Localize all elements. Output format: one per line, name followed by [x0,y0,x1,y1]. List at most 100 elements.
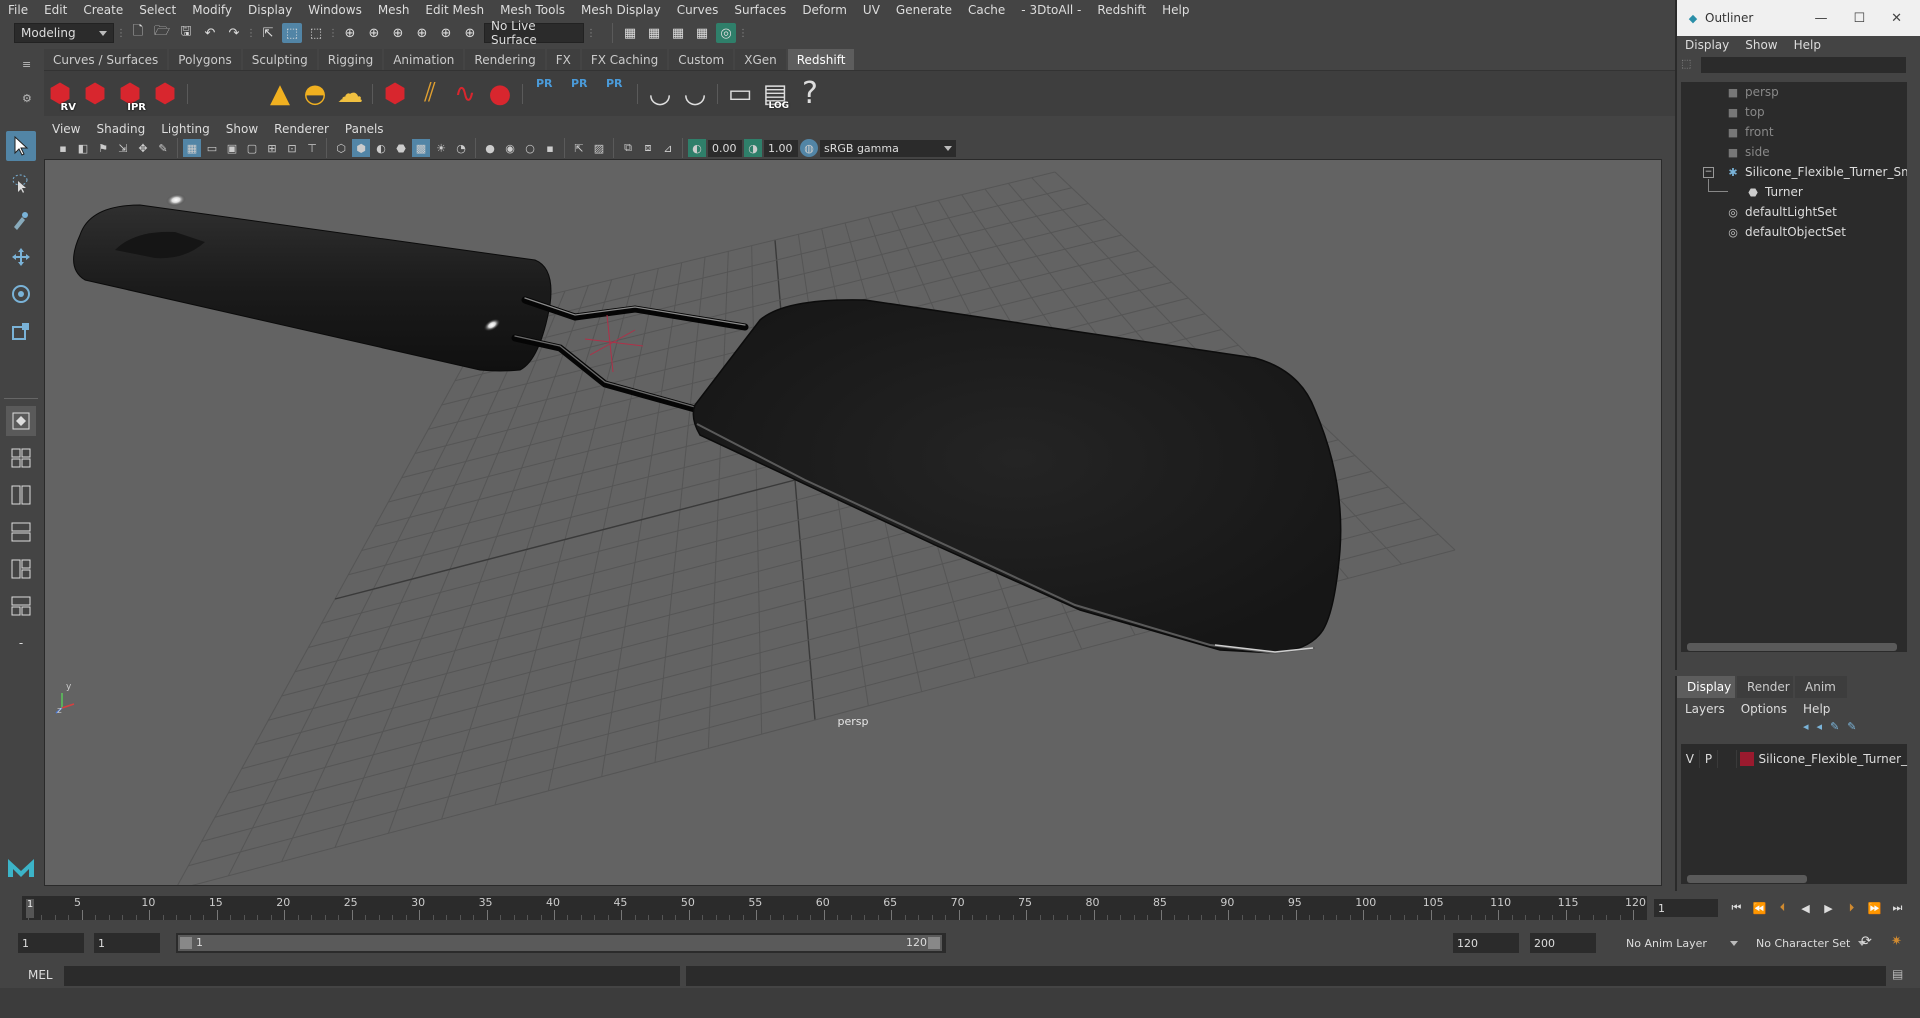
rs-ipr-button[interactable]: ⬢ IPR [114,75,146,113]
menu-help[interactable]: Help [1154,0,1197,20]
select-camera-icon[interactable]: ▪ [54,139,72,157]
xray-joints-icon[interactable]: ⧉ [619,139,637,157]
move-tool-icon[interactable] [6,242,36,272]
layer-tab-display[interactable]: Display [1677,676,1735,698]
undo-icon[interactable]: ↶ [200,23,220,43]
menu-generate[interactable]: Generate [888,0,960,20]
rs-code-button[interactable]: ▭ [724,75,756,113]
snap-projected-icon[interactable]: ⊕ [412,23,432,43]
hypershade-icon[interactable]: ◎ [716,23,736,43]
rs-pr-3-button[interactable]: PR [599,75,631,113]
render-view-icon[interactable]: ▦ [620,23,640,43]
select-object-icon[interactable]: ⬚ [282,23,302,43]
layer-playback-toggle[interactable]: P [1700,750,1719,768]
current-time-indicator[interactable]: 1 [26,899,34,918]
safe-title-icon[interactable]: ⊤ [303,139,321,157]
auto-key-icon[interactable]: ⟳ [1861,934,1879,952]
single-view-layout-icon[interactable] [6,406,36,436]
rs-options-button[interactable]: ⬢ [149,75,181,113]
outliner-menu-show[interactable]: Show [1737,38,1785,52]
outliner-search-input[interactable] [1701,57,1906,73]
wireframe-on-shaded-icon[interactable]: ⬣ [392,139,410,157]
backface-icon[interactable]: ⊿ [659,139,677,157]
camera-attributes-icon[interactable]: ◧ [74,139,92,157]
color-management-icon[interactable]: ◍ [800,139,818,157]
menu-cache[interactable]: Cache [960,0,1013,20]
shelf-tab-rendering[interactable]: Rendering [465,49,545,70]
layer-tab-render[interactable]: Render [1737,676,1793,698]
outliner-item[interactable]: ■ persp [1725,82,1779,102]
shelf-tab-polygons[interactable]: Polygons [169,49,241,70]
default-material-icon[interactable]: ◐ [372,139,390,157]
outliner-item[interactable]: ■ top [1725,102,1765,122]
time-slider[interactable]: 5 10 15 20 25 30 35 40 45 50 55 60 65 70 75 80 85 90 95 100… [22,896,1647,920]
viewport-menu-lighting[interactable]: Lighting [153,122,218,136]
shelf-settings-icon[interactable]: ⚙ [22,92,34,105]
new-scene-icon[interactable]: 🗋 [128,23,148,43]
shelf-tab-custom[interactable]: Custom [669,49,734,70]
menu-file[interactable]: File [0,0,36,20]
rs-volume-button[interactable]: ⬢ [379,75,411,113]
xray-active-icon[interactable]: ⧈ [639,139,657,157]
rs-dome-light-button[interactable]: ◓ [299,75,331,113]
snap-grid-icon[interactable]: ⊕ [340,23,360,43]
layout-more-icon[interactable]: - [6,628,36,658]
menu-select[interactable]: Select [131,0,184,20]
outliner-h-scrollbar[interactable] [1687,643,1897,651]
play-backwards-icon[interactable]: ◀ [1795,898,1816,918]
open-scene-icon[interactable]: 🗁 [152,23,172,43]
exposure-icon[interactable]: ◐ [688,139,706,157]
isolate-select-icon[interactable]: ⇱ [570,139,588,157]
menu-modify[interactable]: Modify [184,0,240,20]
collapse-icon[interactable]: − [1703,167,1714,178]
shelf-tab-curves-surfaces[interactable]: Curves / Surfaces [44,49,168,70]
make-live-icon[interactable]: ⊕ [460,23,480,43]
step-forward-key-icon[interactable]: ⏩ [1864,898,1885,918]
side-by-side-layout-icon[interactable] [6,480,36,510]
persp-outliner-layout-icon[interactable] [6,517,36,547]
xray-icon[interactable]: ▨ [590,139,608,157]
shelf-tab-rigging[interactable]: Rigging [318,49,383,70]
menu-mesh-display[interactable]: Mesh Display [573,0,669,20]
menu-edit[interactable]: Edit [36,0,75,20]
animation-end-field[interactable]: 200 [1530,933,1596,953]
four-view-layout-icon[interactable] [6,443,36,473]
shelf-tab-xgen[interactable]: XGen [735,49,786,70]
move-layer-down-icon[interactable]: ◂ [1817,720,1823,733]
range-end-grip[interactable] [928,937,940,949]
range-slider-handle[interactable]: 1 120 [178,935,942,951]
shelf-tab-sculpting[interactable]: Sculpting [242,49,317,70]
playback-end-field[interactable]: 120 [1453,933,1519,953]
render-settings-icon[interactable]: ▦ [692,23,712,43]
resolution-gate-icon[interactable]: ▣ [223,139,241,157]
layer-row[interactable]: V P Silicone_Flexible_Turner_ [1681,750,1907,768]
menu-redshift[interactable]: Redshift [1089,0,1154,20]
rs-bowl-2-button[interactable]: ◡ [679,75,711,113]
paint-select-tool-icon[interactable] [6,205,36,235]
shelf-tab-fx-caching[interactable]: FX Caching [581,49,668,70]
menu-uv[interactable]: UV [855,0,888,20]
outliner-item[interactable]: ✱ Silicone_Flexible_Turner_Small_nc [1725,162,1907,182]
outliner-filter-icon[interactable]: ⬚ [1681,57,1697,73]
script-editor-icon[interactable]: ▤ [1892,967,1910,985]
outliner-item[interactable]: ◎ defaultObjectSet [1725,222,1846,242]
shelf-tab-fx[interactable]: FX [546,49,580,70]
rs-render-view-button[interactable]: ⬢ RV [44,75,76,113]
depth-of-field-icon[interactable]: ▪ [541,139,559,157]
outliner-item[interactable]: ■ front [1725,122,1774,142]
command-language-label[interactable]: MEL [28,968,53,982]
maximize-icon[interactable]: ☐ [1853,11,1865,26]
shelf-tab-redshift[interactable]: Redshift [787,49,855,70]
wireframe-icon[interactable]: ⬡ [332,139,350,157]
new-layer-selected-icon[interactable]: ✎ [1830,720,1839,733]
step-back-key-icon[interactable]: ⏪ [1749,898,1770,918]
rs-hair-button[interactable]: ⫽ [414,75,446,113]
outliner-item[interactable]: ◎ defaultLightSet [1725,202,1837,222]
character-set-dropdown[interactable]: No Character Set [1752,933,1868,953]
rs-pr-1-button[interactable]: PR [529,75,561,113]
color-space-dropdown[interactable]: sRGB gamma [820,139,956,157]
gamma-icon[interactable]: ◑ [744,139,762,157]
ipr-render-icon[interactable]: ▦ [668,23,688,43]
menu-mesh[interactable]: Mesh [370,0,418,20]
menu-mesh-tools[interactable]: Mesh Tools [492,0,573,20]
